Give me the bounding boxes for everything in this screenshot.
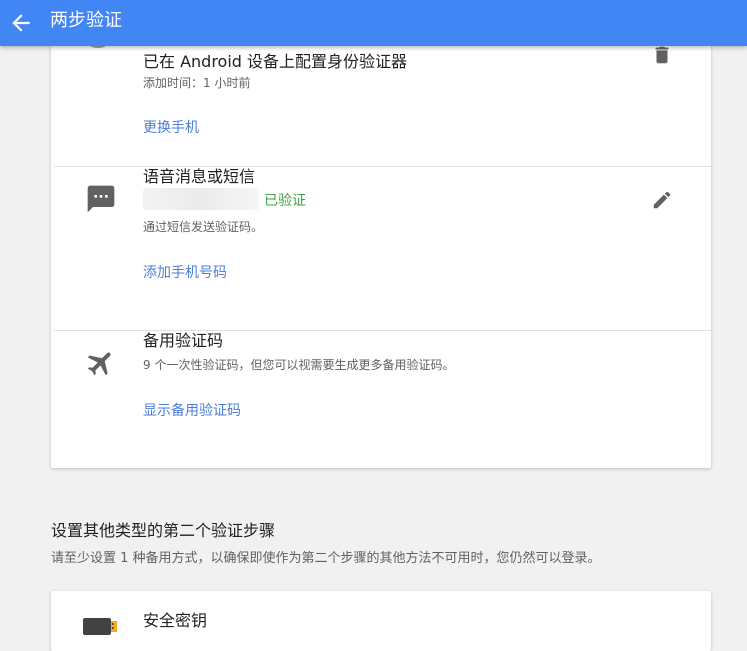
authenticator-added-time: 添加时间：1 小时前 xyxy=(143,76,251,90)
verified-status: 已验证 xyxy=(264,193,306,209)
delete-icon[interactable] xyxy=(651,44,673,66)
show-backup-codes-link[interactable]: 显示备用验证码 xyxy=(143,400,241,420)
backup-codes-title: 备用验证码 xyxy=(143,331,224,350)
add-phone-number-link[interactable]: 添加手机号码 xyxy=(143,262,227,282)
configured-methods-card: 已在 Android 设备上配置身份验证器 添加时间：1 小时前 更换手机 语音… xyxy=(51,0,711,468)
page-title: 两步验证 xyxy=(50,10,122,31)
voice-sms-description: 通过短信发送验证码。 xyxy=(143,220,264,234)
airplane-icon xyxy=(85,347,117,379)
app-bar: 两步验证 xyxy=(0,0,747,46)
change-phone-link[interactable]: 更换手机 xyxy=(143,117,199,137)
edit-pencil-icon[interactable] xyxy=(651,189,673,211)
other-methods-heading: 设置其他类型的第二个验证步骤 xyxy=(51,521,276,540)
other-methods-description: 请至少设置 1 种备用方式，以确保即使作为第二个步骤的其他方法不可用时，您仍然可… xyxy=(51,551,601,566)
sms-message-icon xyxy=(85,183,117,215)
security-key-card[interactable]: 安全密钥 xyxy=(51,591,711,651)
backup-codes-description: 9 个一次性验证码，但您可以视需要生成更多备用验证码。 xyxy=(143,358,455,372)
backup-codes-section: 备用验证码 9 个一次性验证码，但您可以视需要生成更多备用验证码。 显示备用验证… xyxy=(51,331,711,468)
voice-sms-title: 语音消息或短信 xyxy=(143,167,256,186)
back-arrow-icon[interactable] xyxy=(8,10,34,36)
authenticator-title: 已在 Android 设备上配置身份验证器 xyxy=(143,52,408,71)
redacted-phone-number xyxy=(143,188,259,210)
voice-sms-section: 语音消息或短信 已验证 通过短信发送验证码。 添加手机号码 xyxy=(51,167,711,330)
security-key-title: 安全密钥 xyxy=(143,611,208,630)
security-key-icon xyxy=(83,615,119,635)
